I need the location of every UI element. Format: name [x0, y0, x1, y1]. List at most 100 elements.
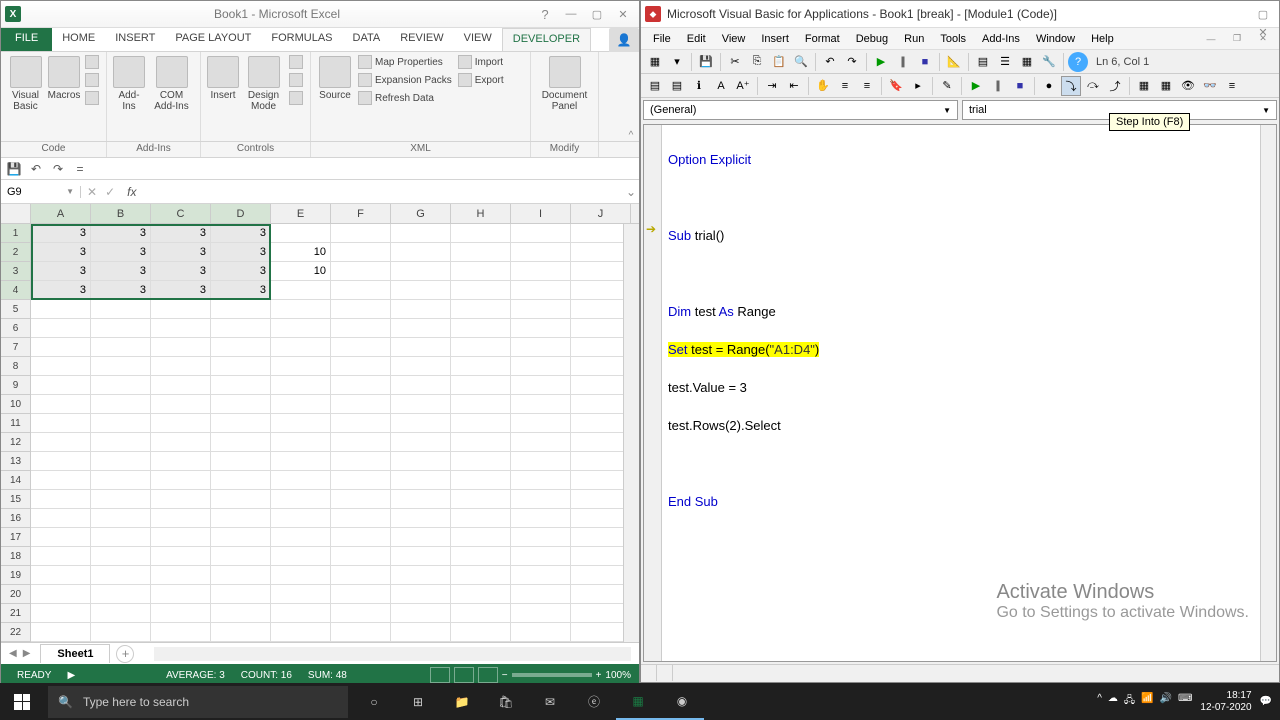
step-into-icon[interactable]: ⤵	[1061, 76, 1081, 96]
cell[interactable]	[511, 414, 571, 433]
immediate-window-icon[interactable]: ▦	[1156, 76, 1176, 96]
cell[interactable]	[571, 262, 631, 281]
cell[interactable]	[91, 395, 151, 414]
import-button[interactable]: Import	[457, 54, 505, 70]
cell[interactable]	[271, 338, 331, 357]
row-header[interactable]: 21	[1, 604, 31, 623]
network-icon[interactable]: 🖧	[1124, 693, 1135, 710]
cell[interactable]	[151, 376, 211, 395]
cell[interactable]	[211, 433, 271, 452]
row-header[interactable]: 19	[1, 566, 31, 585]
edge-icon[interactable]: ⓔ	[572, 683, 616, 720]
minimize-button[interactable]: —	[559, 5, 583, 23]
cell[interactable]	[451, 414, 511, 433]
menu-insert[interactable]: Insert	[753, 31, 797, 47]
cell[interactable]	[511, 319, 571, 338]
column-header[interactable]: J	[571, 204, 631, 223]
com-addins-button[interactable]: COM Add-Ins	[149, 54, 194, 114]
cell[interactable]	[571, 547, 631, 566]
column-header[interactable]: C	[151, 204, 211, 223]
cell[interactable]	[571, 338, 631, 357]
parameter-info-icon[interactable]: A	[711, 76, 731, 96]
cell[interactable]	[271, 433, 331, 452]
project-explorer-icon[interactable]: ▤	[973, 52, 993, 72]
cell[interactable]	[571, 471, 631, 490]
cell[interactable]	[31, 300, 91, 319]
cell[interactable]	[91, 528, 151, 547]
cell[interactable]	[151, 452, 211, 471]
tab-data[interactable]: DATA	[343, 28, 391, 51]
task-view-icon[interactable]: ⊞	[396, 683, 440, 720]
cell[interactable]	[571, 243, 631, 262]
cell[interactable]	[451, 243, 511, 262]
cell[interactable]	[391, 319, 451, 338]
paste-icon[interactable]: 📋	[769, 52, 789, 72]
clock[interactable]: 18:17 12-07-2020	[1200, 690, 1251, 714]
cell[interactable]	[511, 490, 571, 509]
search-box[interactable]: 🔍 Type here to search	[48, 686, 348, 718]
macro-security-button[interactable]	[84, 90, 100, 106]
cell[interactable]	[151, 300, 211, 319]
outdent-icon[interactable]: ⇤	[784, 76, 804, 96]
cell[interactable]	[331, 490, 391, 509]
cell[interactable]	[151, 338, 211, 357]
design-mode-icon[interactable]: 📐	[944, 52, 964, 72]
bookmark-next-icon[interactable]: ▸	[908, 76, 928, 96]
view-excel-icon[interactable]: ▦	[645, 52, 665, 72]
cell[interactable]	[451, 433, 511, 452]
cell[interactable]	[271, 224, 331, 243]
cell[interactable]	[331, 357, 391, 376]
cell[interactable]	[271, 376, 331, 395]
cell[interactable]	[451, 452, 511, 471]
list-constants-icon[interactable]: ▤	[667, 76, 687, 96]
cell[interactable]: 3	[31, 262, 91, 281]
account-icon[interactable]: 👤	[609, 28, 639, 52]
row-header[interactable]: 1	[1, 224, 31, 243]
cell[interactable]	[451, 319, 511, 338]
zoom-slider[interactable]	[512, 673, 592, 677]
cell[interactable]	[451, 471, 511, 490]
comment-block-icon[interactable]: ≡	[835, 76, 855, 96]
undo-icon[interactable]: ↶	[820, 52, 840, 72]
cell[interactable]	[511, 357, 571, 376]
cell[interactable]	[391, 471, 451, 490]
tab-page-layout[interactable]: PAGE LAYOUT	[165, 28, 261, 51]
cell[interactable]	[271, 452, 331, 471]
cell[interactable]	[31, 376, 91, 395]
object-combo[interactable]: (General)▼	[643, 100, 958, 120]
cell[interactable]	[571, 281, 631, 300]
cut-icon[interactable]: ✂	[725, 52, 745, 72]
cell[interactable]: 3	[151, 281, 211, 300]
cell[interactable]	[91, 319, 151, 338]
cell[interactable]	[571, 300, 631, 319]
cell[interactable]	[31, 357, 91, 376]
insert-module-icon[interactable]: ▾	[667, 52, 687, 72]
column-header[interactable]: E	[271, 204, 331, 223]
cell[interactable]	[511, 395, 571, 414]
compile-icon[interactable]: ✎	[937, 76, 957, 96]
toolbox-icon[interactable]: 🔧	[1039, 52, 1059, 72]
cell[interactable]	[91, 604, 151, 623]
cell[interactable]	[211, 604, 271, 623]
sheet-nav-prev-icon[interactable]: ◀	[9, 648, 17, 659]
copy-icon[interactable]: ⎘	[747, 52, 767, 72]
zoom-level[interactable]: 100%	[605, 670, 631, 681]
cell[interactable]	[31, 604, 91, 623]
watch-window-icon[interactable]: 👁	[1178, 76, 1198, 96]
cell[interactable]	[331, 319, 391, 338]
cell[interactable]	[571, 623, 631, 642]
file-explorer-icon[interactable]: 📁	[440, 683, 484, 720]
cell[interactable]	[151, 566, 211, 585]
save-icon[interactable]: 💾	[5, 160, 23, 178]
row-header[interactable]: 11	[1, 414, 31, 433]
cell[interactable]	[271, 585, 331, 604]
cell[interactable]: 3	[151, 224, 211, 243]
cell[interactable]	[451, 395, 511, 414]
cell[interactable]	[571, 319, 631, 338]
cell[interactable]	[91, 433, 151, 452]
cell[interactable]	[31, 433, 91, 452]
menu-tools[interactable]: Tools	[932, 31, 974, 47]
cell[interactable]	[31, 547, 91, 566]
design-mode-button[interactable]: Design Mode	[243, 54, 284, 114]
tab-file[interactable]: FILE	[1, 28, 52, 51]
